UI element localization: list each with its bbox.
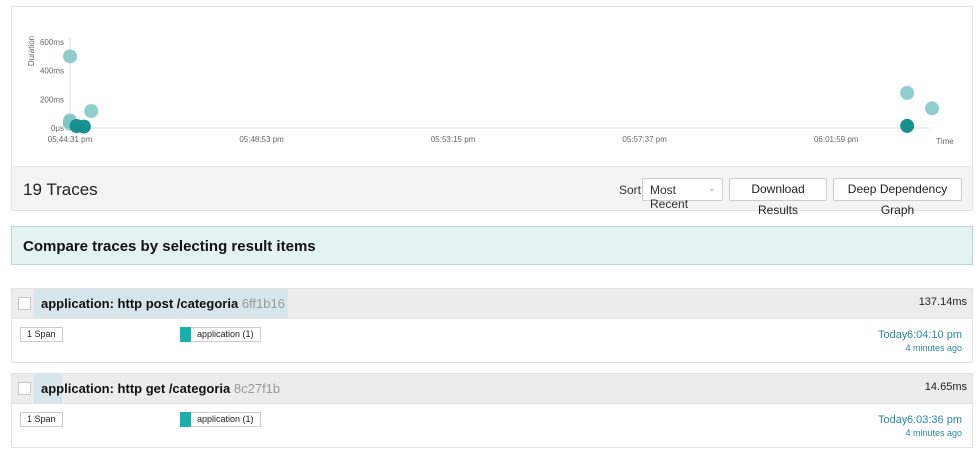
compare-banner-text: Compare traces by selecting result items: [23, 238, 316, 255]
x-tick-label: 06:01:59 pm: [814, 135, 859, 144]
trace-duration: 137.14ms: [918, 296, 967, 308]
download-results-button[interactable]: Download Results: [729, 178, 827, 217]
trace-day: Today: [878, 329, 908, 341]
trace-title-text: application: http post /categoria: [41, 296, 239, 311]
deep-dependency-graph-button[interactable]: Deep Dependency Graph: [833, 178, 962, 217]
sort-label: Sort:: [619, 183, 645, 197]
x-tick-label: 05:48:53 pm: [239, 135, 284, 144]
results-toolbar: 19 Traces Sort: Most Recent ⌄ Download R…: [11, 166, 973, 217]
service-color-swatch: [180, 327, 191, 342]
service-tag: application (1): [191, 412, 261, 427]
trace-time: 6:03:36 pm: [906, 414, 962, 426]
x-tick-label: 05:44:31 pm: [48, 135, 93, 144]
y-tick-label: 0μs: [51, 124, 64, 133]
trace-id: 6ff1b16: [241, 296, 285, 311]
scatter-plot-panel: Duration 0μs 200ms 400ms 600ms 05:44:31 pm 05:…: [11, 6, 973, 166]
trace-header[interactable]: application: http get /categoria 8c27f1b…: [12, 374, 972, 403]
trace-header[interactable]: application: http post /categoria 6ff1b1…: [12, 289, 972, 318]
trace-duration: 14.65ms: [924, 381, 967, 393]
y-axis-label: Duration: [27, 36, 36, 66]
trace-result-item[interactable]: application: http post /categoria 6ff1b1…: [11, 288, 973, 363]
trace-relative-time: 4 minutes ago: [905, 343, 962, 353]
trace-result-item[interactable]: application: http get /categoria 8c27f1b…: [11, 373, 973, 448]
trace-relative-time: 4 minutes ago: [905, 428, 962, 438]
trace-body: 1 Span application (1) Today 6:03:36 pm …: [12, 403, 972, 447]
service-tag: application (1): [191, 327, 261, 342]
trace-count: 19 Traces: [23, 180, 98, 199]
trace-point: [76, 119, 91, 134]
y-tick-label: 600ms: [40, 38, 64, 47]
x-axis-label: Time: [936, 137, 954, 146]
trace-point: [900, 85, 915, 100]
trace-select-checkbox[interactable]: [18, 382, 31, 395]
chevron-down-icon: ⌄: [707, 183, 716, 194]
trace-time: 6:04:10 pm: [906, 329, 962, 341]
trace-point: [900, 118, 915, 133]
y-tick-label: 400ms: [40, 67, 64, 76]
trace-title[interactable]: application: http post /categoria 6ff1b1…: [41, 296, 285, 311]
x-tick-label: 05:57:37 pm: [622, 135, 667, 144]
trace-body: 1 Span application (1) Today 6:04:10 pm …: [12, 318, 972, 362]
sort-select[interactable]: Most Recent ⌄: [642, 178, 723, 211]
sort-select-value: Most Recent: [650, 183, 689, 211]
trace-title[interactable]: application: http get /categoria 8c27f1b: [41, 381, 280, 396]
scatter-plot: Duration 0μs 200ms 400ms 600ms 05:44:31 pm 05:…: [27, 36, 954, 146]
x-tick-label: 05:53:15 pm: [431, 135, 476, 144]
trace-select-checkbox[interactable]: [18, 297, 31, 310]
span-count-tag: 1 Span: [20, 412, 63, 427]
trace-point: [63, 49, 77, 64]
trace-day: Today: [878, 414, 908, 426]
service-color-swatch: [180, 412, 191, 427]
trace-point: [84, 104, 99, 119]
y-tick-label: 200ms: [40, 95, 64, 104]
trace-point: [925, 101, 939, 116]
compare-banner: Compare traces by selecting result items: [11, 226, 973, 265]
trace-title-text: application: http get /categoria: [41, 381, 231, 396]
span-count-tag: 1 Span: [20, 327, 63, 342]
trace-id: 8c27f1b: [233, 381, 281, 396]
